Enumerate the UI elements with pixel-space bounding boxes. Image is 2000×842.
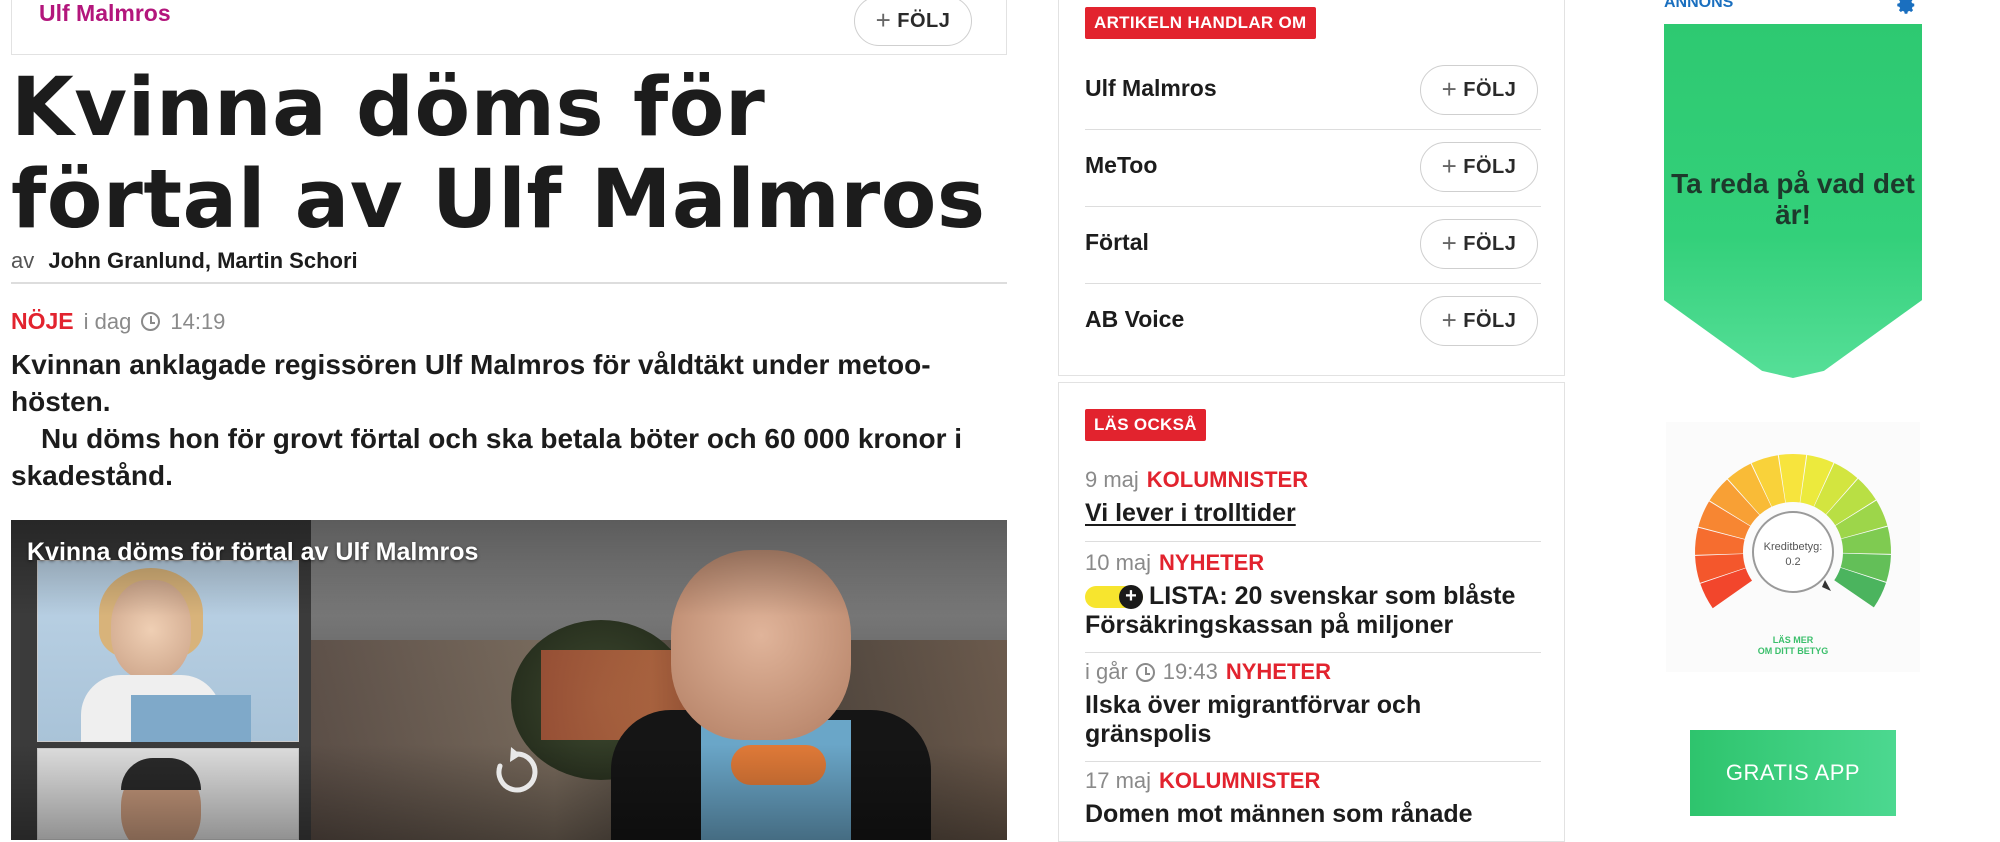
item-title[interactable]: LISTA: 20 svenskar som blåste Försäkring…: [1085, 582, 1515, 639]
gauge-label: Kreditbetyg:: [1764, 541, 1823, 553]
publish-day: i dag: [83, 308, 132, 334]
article-topics-box: ARTIKELN HANDLAR OM Ulf Malmros + FÖLJ M…: [1058, 0, 1565, 376]
topic-link[interactable]: Ulf Malmros: [1085, 75, 1217, 102]
follow-button[interactable]: + FÖLJ: [1420, 296, 1538, 346]
follow-button[interactable]: + FÖLJ: [1420, 142, 1538, 192]
topic-row: Förtal + FÖLJ: [1085, 207, 1541, 284]
lead-paragraph: Kvinnan anklagade regissören Ulf Malmros…: [11, 349, 931, 417]
divider: [11, 282, 1007, 284]
follow-button[interactable]: + FÖLJ: [1420, 65, 1538, 115]
item-category[interactable]: NYHETER: [1226, 659, 1331, 685]
item-category[interactable]: KOLUMNISTER: [1147, 467, 1308, 493]
topic-link[interactable]: Förtal: [1085, 229, 1149, 256]
byline-prefix: av: [11, 248, 35, 273]
also-read-item[interactable]: 9 maj KOLUMNISTER Vi lever i trolltider: [1085, 467, 1541, 542]
ad-banner[interactable]: Ta reda på vad det är!: [1664, 24, 1922, 378]
ad-label: ANNONS: [1664, 0, 1734, 11]
clock-icon: [1135, 662, 1155, 682]
topic-name[interactable]: Ulf Malmros: [39, 0, 171, 27]
publish-time: 14:19: [170, 308, 226, 334]
clock-icon: [141, 312, 161, 331]
lead-paragraph: Nu döms hon för grovt förtal och ska bet…: [11, 423, 963, 491]
gear-icon[interactable]: [1895, 0, 1917, 16]
plus-icon: +: [875, 5, 892, 35]
also-read-item[interactable]: 17 maj KOLUMNISTER Domen mot männen som …: [1085, 768, 1541, 829]
item-title[interactable]: Domen mot männen som rånade: [1085, 800, 1541, 829]
item-title[interactable]: Vi lever i trolltider: [1085, 499, 1541, 528]
plus-icon: +: [1441, 228, 1458, 258]
article-meta: NÖJE i dag 14:19: [11, 308, 225, 335]
follow-topic-button[interactable]: + FÖLJ: [854, 0, 972, 46]
author-link[interactable]: John Granlund,: [48, 248, 211, 273]
item-date: 10 maj: [1085, 550, 1152, 575]
item-category[interactable]: KOLUMNISTER: [1159, 768, 1320, 794]
free-app-button[interactable]: GRATIS APP: [1690, 730, 1896, 816]
divider: [1085, 652, 1541, 653]
article-headline: Kvinna döms för förtal av Ulf Malmros: [11, 61, 986, 247]
topic-row: AB Voice + FÖLJ: [1085, 284, 1541, 361]
follow-label: FÖLJ: [1463, 155, 1517, 178]
topic-bar: Ulf Malmros + FÖLJ: [11, 0, 1007, 55]
topic-link[interactable]: AB Voice: [1085, 306, 1184, 333]
article-lead: Kvinnan anklagade regissören Ulf Malmros…: [11, 346, 1007, 494]
item-time: 19:43: [1162, 659, 1218, 684]
video-title: Kvinna döms för förtal av Ulf Malmros: [27, 538, 479, 566]
ad-headline: Ta reda på vad det är!: [1671, 168, 1915, 230]
follow-label: FÖLJ: [1463, 309, 1517, 332]
video-player[interactable]: Kvinna döms för förtal av Ulf Malmros: [11, 520, 1007, 840]
also-read-box: LÄS OCKSÅ 9 maj KOLUMNISTER Vi lever i t…: [1058, 382, 1565, 842]
item-date: 17 maj: [1085, 768, 1152, 793]
replay-icon[interactable]: [489, 744, 545, 800]
gauge-value: 0.2: [1785, 556, 1800, 568]
follow-label: FÖLJ: [1463, 232, 1517, 255]
also-read-item[interactable]: i går 19:43 NYHETER Ilska över migrantfö…: [1085, 659, 1541, 762]
topic-link[interactable]: MeToo: [1085, 152, 1157, 179]
plus-badge-icon: +: [1085, 585, 1143, 610]
topics-heading: ARTIKELN HANDLAR OM: [1085, 7, 1316, 39]
topic-row: Ulf Malmros + FÖLJ: [1085, 53, 1541, 130]
gauge-cta[interactable]: OM DITT BETYG: [1758, 646, 1829, 656]
follow-label: FÖLJ: [1463, 78, 1517, 101]
item-date: i går: [1085, 659, 1128, 684]
also-read-item[interactable]: 10 maj NYHETER + LISTA: 20 svenskar som b…: [1085, 550, 1541, 653]
credit-score-gauge[interactable]: Kreditbetyg: 0.2 LÄS MER OM DITT BETYG: [1666, 422, 1920, 672]
item-title[interactable]: Ilska över migrantförvar och gränspolis: [1085, 691, 1541, 749]
topic-row: MeToo + FÖLJ: [1085, 130, 1541, 207]
divider: [1085, 761, 1541, 762]
author-link[interactable]: Martin Schori: [217, 248, 358, 273]
item-title-wrap[interactable]: + LISTA: 20 svenskar som blåste Försäkrin…: [1085, 582, 1541, 640]
divider: [1085, 541, 1541, 542]
article-category[interactable]: NÖJE: [11, 308, 74, 335]
plus-icon: +: [1441, 305, 1458, 335]
also-read-heading: LÄS OCKSÅ: [1085, 409, 1206, 441]
plus-icon: +: [1441, 151, 1458, 181]
plus-icon: +: [1441, 74, 1458, 104]
byline: av John Granlund, Martin Schori: [11, 248, 358, 274]
follow-label: FÖLJ: [897, 9, 951, 32]
follow-button[interactable]: + FÖLJ: [1420, 219, 1538, 269]
gauge-cta[interactable]: LÄS MER: [1773, 635, 1814, 645]
item-category[interactable]: NYHETER: [1159, 550, 1264, 576]
item-date: 9 maj: [1085, 467, 1139, 492]
